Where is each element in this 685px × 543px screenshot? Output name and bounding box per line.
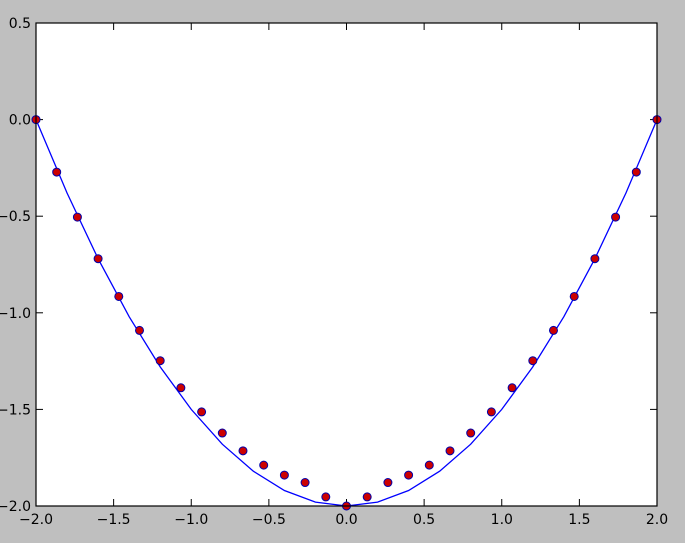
y-tick-label: −2.0 — [0, 499, 31, 515]
data-point-marker — [466, 428, 476, 438]
data-point-marker — [259, 460, 269, 470]
data-point-marker — [569, 291, 579, 301]
x-tick-label: 1.0 — [491, 512, 513, 528]
plot-area-background — [36, 23, 657, 506]
y-tick-label: −1.5 — [0, 402, 31, 418]
data-point-marker — [362, 492, 372, 502]
y-tick-label: −1.0 — [0, 306, 31, 322]
data-point-marker — [528, 356, 538, 366]
data-point-marker — [72, 212, 82, 222]
x-tick-label: −0.5 — [252, 512, 286, 528]
data-point-marker — [486, 407, 496, 417]
data-point-marker — [217, 428, 227, 438]
data-point-marker — [611, 212, 621, 222]
data-point-marker — [52, 167, 62, 177]
data-point-marker — [404, 470, 414, 480]
y-tick-label: 0.0 — [9, 113, 31, 129]
chart-figure: −2.0 −1.5 −1.0 −0.5 0.0 0.5 1.0 1.5 2.0 … — [0, 16, 668, 528]
data-point-marker — [507, 383, 517, 393]
x-axis-tick-labels: −2.0 −1.5 −1.0 −0.5 0.0 0.5 1.0 1.5 2.0 — [19, 512, 668, 528]
data-point-marker — [383, 478, 393, 488]
x-tick-label: 0.0 — [335, 512, 357, 528]
data-point-marker — [548, 325, 558, 335]
data-point-marker — [279, 470, 289, 480]
data-point-marker — [93, 254, 103, 264]
data-point-marker — [590, 254, 600, 264]
data-point-marker — [176, 383, 186, 393]
x-tick-label: 0.5 — [413, 512, 435, 528]
data-point-marker — [238, 446, 248, 456]
data-point-marker — [300, 478, 310, 488]
x-tick-label: −1.0 — [174, 512, 208, 528]
x-tick-label: 1.5 — [568, 512, 590, 528]
data-point-marker — [155, 356, 165, 366]
y-tick-label: −0.5 — [0, 209, 31, 225]
data-point-marker — [445, 446, 455, 456]
data-point-marker — [321, 492, 331, 502]
data-point-marker — [631, 167, 641, 177]
data-point-marker — [424, 460, 434, 470]
y-axis-tick-labels: 0.5 0.0 −0.5 −1.0 −1.5 −2.0 — [0, 16, 31, 515]
data-point-marker — [135, 325, 145, 335]
data-point-marker — [197, 407, 207, 417]
y-tick-label: 0.5 — [9, 16, 31, 32]
x-tick-label: −1.5 — [97, 512, 131, 528]
x-tick-label: 2.0 — [646, 512, 668, 528]
data-point-marker — [114, 291, 124, 301]
